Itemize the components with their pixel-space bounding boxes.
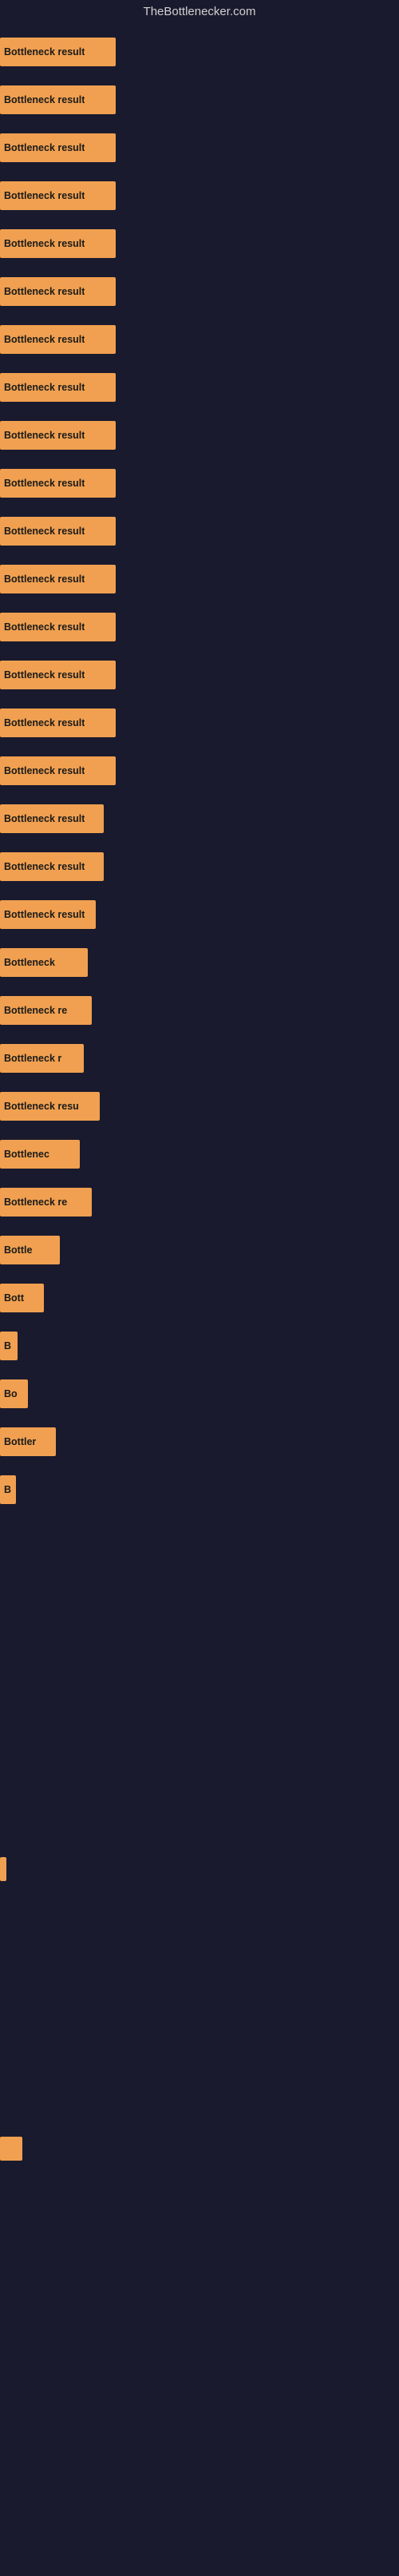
bar-item-20: Bottleneck re [0,993,92,1028]
bar-label: Bo [4,1388,18,1399]
bar-item-4: Bottleneck result [0,226,116,261]
bar-item-19: Bottleneck [0,945,88,980]
bar-label: Bottleneck re [4,1197,67,1208]
bar-item-21: Bottleneck r [0,1041,84,1076]
bar-item-14: Bottleneck result [0,705,116,740]
bar-label: Bottleneck re [4,1005,67,1016]
bar-item-11: Bottleneck result [0,562,116,597]
bar-label: Bottleneck result [4,382,85,393]
bar-label: B [4,1484,11,1495]
bar-item-8: Bottleneck result [0,418,116,453]
bar-item-27: B [0,1328,18,1363]
bar-item-30: B [0,1472,16,1507]
bar-item-2: Bottleneck result [0,130,116,165]
bar-label: Bottleneck result [4,909,85,920]
bar-item-24: Bottleneck re [0,1185,92,1220]
bar-label: Bottleneck result [4,621,85,633]
bar-item-13: Bottleneck result [0,657,116,693]
bar-item-26: Bott [0,1280,44,1316]
bar-label: Bottleneck result [4,238,85,249]
bar-item-1: Bottleneck result [0,82,116,117]
bar-item-9: Bottleneck result [0,466,116,501]
bar-label: Bottleneck result [4,94,85,105]
bar-label: Bottleneck result [4,478,85,489]
bar-label: Bottleneck result [4,813,85,824]
bottom-bar-1 [0,1857,6,1881]
bar-item-22: Bottleneck resu [0,1089,100,1124]
bar-label: Bottleneck result [4,669,85,681]
bar-item-3: Bottleneck result [0,178,116,213]
bar-label: Bottleneck result [4,717,85,728]
bar-item-16: Bottleneck result [0,801,104,836]
bar-item-23: Bottlenec [0,1137,80,1172]
bar-label: Bottleneck result [4,861,85,872]
bar-item-0: Bottleneck result [0,34,116,69]
bar-label: Bottleneck result [4,190,85,201]
bar-label: Bottleneck result [4,574,85,585]
bar-label: Bottleneck resu [4,1101,79,1112]
bar-item-7: Bottleneck result [0,370,116,405]
bar-label: Bottleneck result [4,334,85,345]
bar-label: Bottleneck result [4,526,85,537]
bar-label: B [4,1340,11,1352]
bar-item-29: Bottler [0,1424,56,1459]
bar-item-15: Bottleneck result [0,753,116,788]
bottom-bar-2 [0,2137,22,2161]
bar-label: Bottleneck result [4,46,85,58]
bar-item-10: Bottleneck result [0,514,116,549]
bar-label: Bottleneck result [4,142,85,153]
bar-label: Bottleneck [4,957,55,968]
bar-item-18: Bottleneck result [0,897,96,932]
bar-label: Bottleneck result [4,765,85,776]
bar-item-6: Bottleneck result [0,322,116,357]
bar-label: Bottlenec [4,1149,49,1160]
bar-label: Bottleneck r [4,1053,61,1064]
bar-label: Bottler [4,1436,36,1447]
bar-item-25: Bottle [0,1232,60,1268]
bar-item-5: Bottleneck result [0,274,116,309]
site-title: TheBottlenecker.com [0,0,399,20]
bar-label: Bottle [4,1244,32,1256]
bar-label: Bott [4,1292,24,1304]
page-wrapper: TheBottlenecker.com Bottleneck result Bot… [0,0,399,2576]
bar-item-17: Bottleneck result [0,849,104,884]
bar-item-28: Bo [0,1376,28,1411]
bar-label: Bottleneck result [4,286,85,297]
bar-item-12: Bottleneck result [0,609,116,645]
bar-label: Bottleneck result [4,430,85,441]
